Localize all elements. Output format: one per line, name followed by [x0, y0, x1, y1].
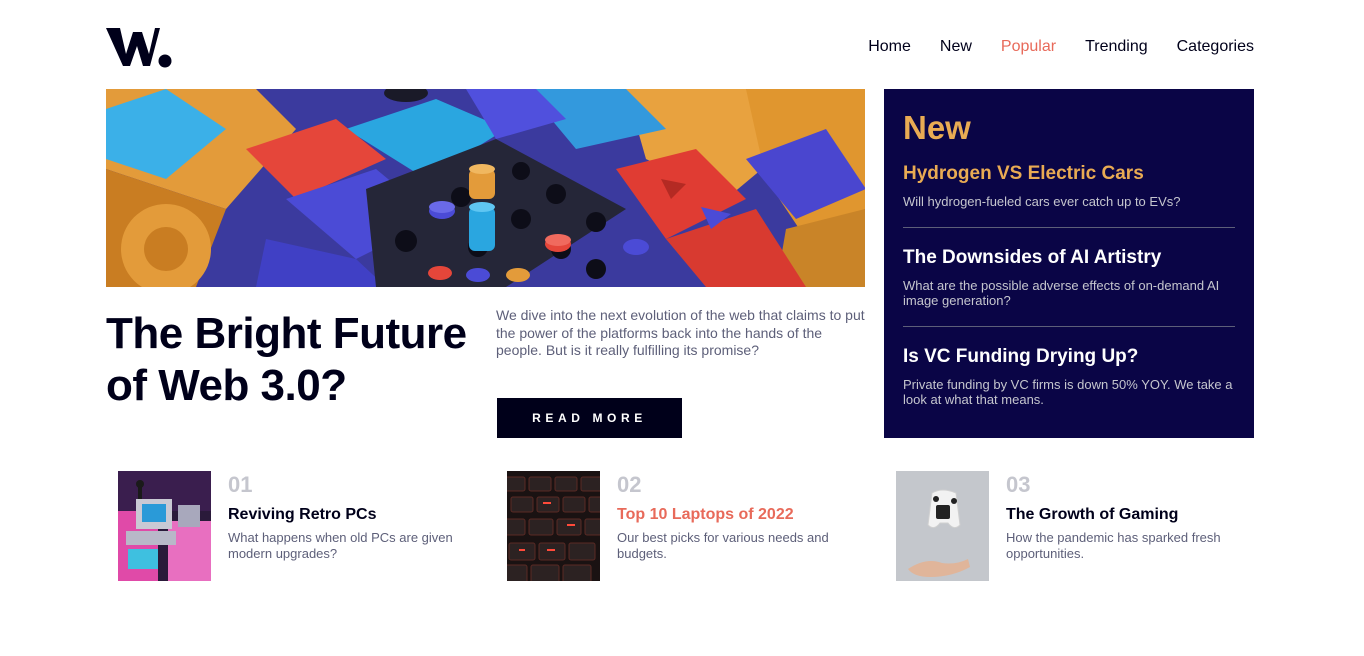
gaming-controller-thumbnail[interactable]	[896, 471, 989, 581]
article-card: 02 Top 10 Laptops of 2022 Our best picks…	[507, 471, 857, 581]
article-card: 03 The Growth of Gaming How the pandemic…	[896, 471, 1246, 581]
hero-image	[106, 89, 865, 287]
new-articles-panel: New Hydrogen VS Electric Cars Will hydro…	[884, 89, 1254, 438]
main-nav: Home New Popular Trending Categories	[868, 37, 1254, 57]
new-panel-heading: New	[903, 109, 971, 146]
retro-pc-thumbnail[interactable]	[118, 471, 211, 581]
article-number: 02	[617, 472, 642, 497]
article-title[interactable]: The Growth of Gaming	[1006, 505, 1246, 525]
nav-trending[interactable]: Trending	[1085, 37, 1148, 57]
nav-home[interactable]: Home	[868, 37, 911, 57]
read-more-button[interactable]: READ MORE	[497, 398, 682, 438]
article-title[interactable]: Top 10 Laptops of 2022	[617, 505, 857, 525]
new-item-title[interactable]: The Downsides of AI Artistry	[903, 246, 1235, 270]
laptop-keyboard-thumbnail[interactable]	[507, 471, 600, 581]
article-desc: Our best picks for various needs and bud…	[617, 530, 829, 561]
article-desc: How the pandemic has sparked fresh oppor…	[1006, 530, 1221, 561]
nav-popular[interactable]: Popular	[1001, 37, 1056, 57]
new-item-desc: Private funding by VC firms is down 50% …	[903, 376, 1233, 408]
hero-title: The Bright Future of Web 3.0?	[106, 309, 467, 410]
new-item-desc: What are the possible adverse effects of…	[903, 277, 1220, 309]
article-number: 01	[228, 472, 253, 497]
nav-categories[interactable]: Categories	[1177, 37, 1254, 57]
article-number: 03	[1006, 472, 1031, 497]
new-item-desc: Will hydrogen-fueled cars ever catch up …	[903, 194, 1181, 209]
hero-description: We dive into the next evolution of the w…	[496, 307, 865, 358]
new-item: Is VC Funding Drying Up? Private funding…	[903, 345, 1235, 425]
article-title[interactable]: Reviving Retro PCs	[228, 505, 468, 525]
new-item-title[interactable]: Hydrogen VS Electric Cars	[903, 162, 1235, 186]
site-logo[interactable]	[106, 26, 172, 68]
new-item: The Downsides of AI Artistry What are th…	[903, 246, 1235, 327]
article-card: 01 Reviving Retro PCs What happens when …	[118, 471, 468, 581]
new-item-title[interactable]: Is VC Funding Drying Up?	[903, 345, 1235, 369]
article-desc: What happens when old PCs are given mode…	[228, 530, 453, 561]
nav-new[interactable]: New	[940, 37, 972, 57]
new-item: Hydrogen VS Electric Cars Will hydrogen-…	[903, 162, 1235, 228]
